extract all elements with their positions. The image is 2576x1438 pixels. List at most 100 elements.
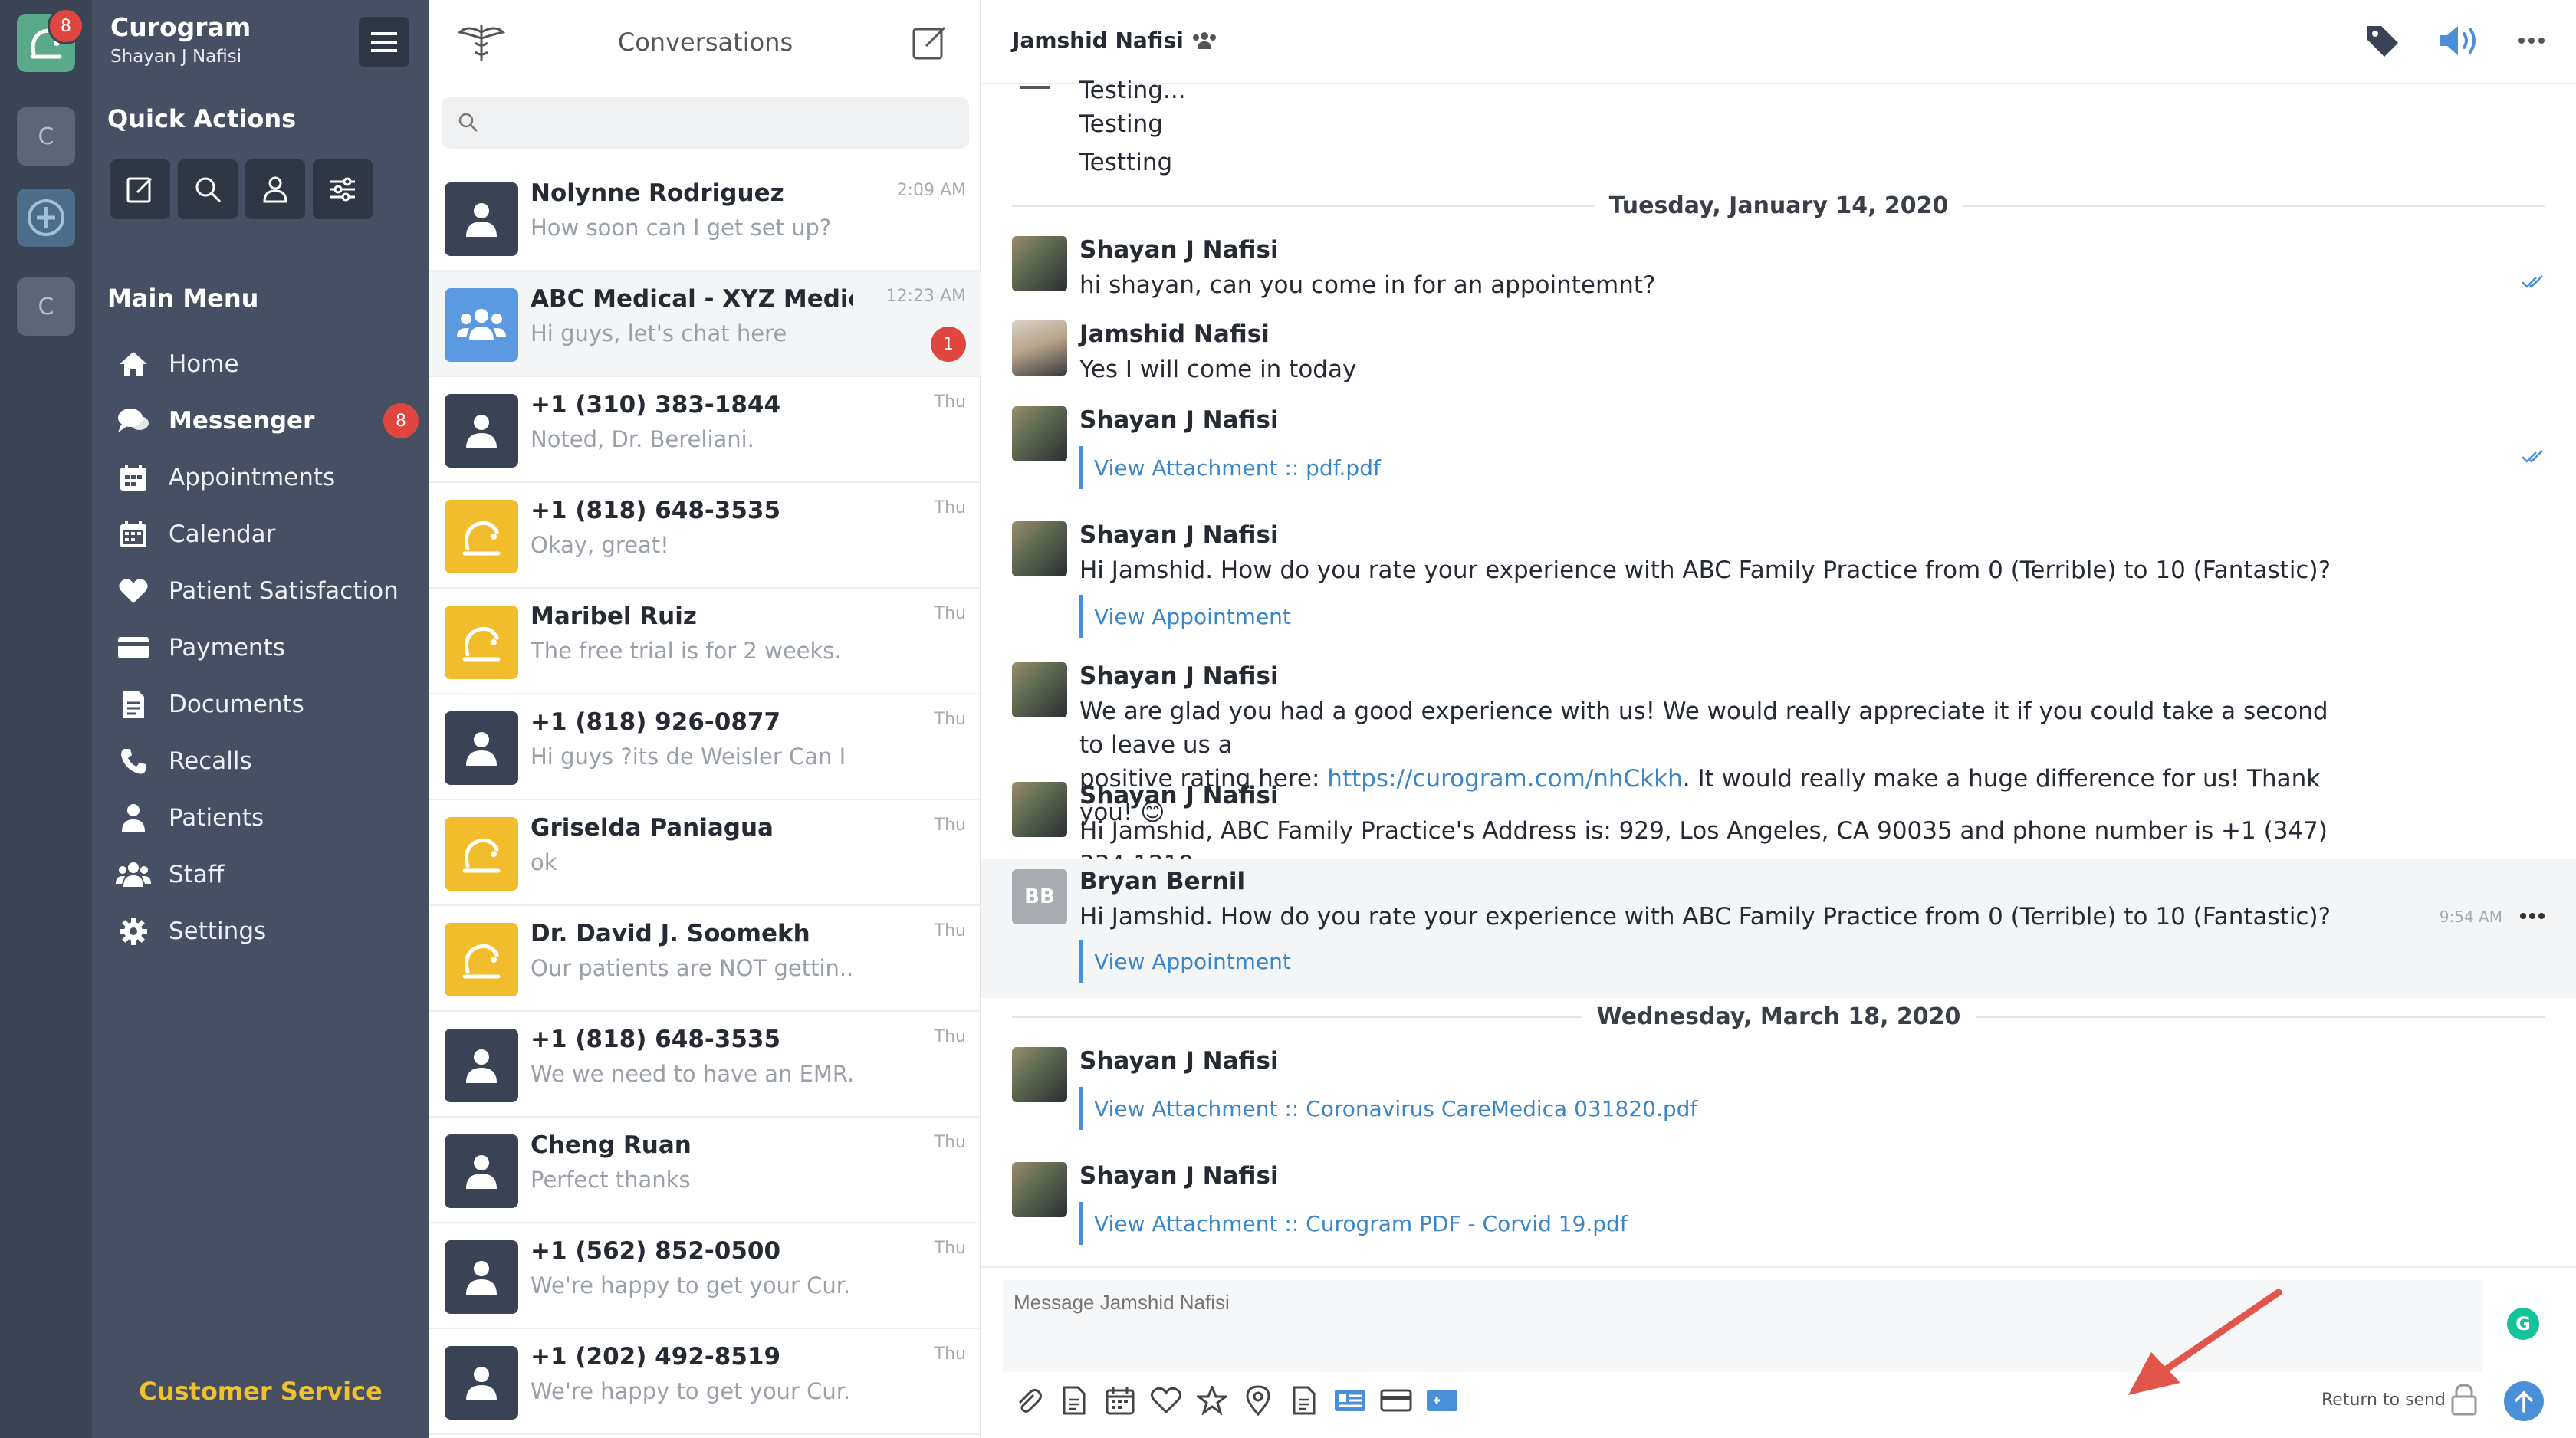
conversation-time: Thu [934, 1239, 966, 1258]
chat-panel: Jamshid Nafisi Testing... Testing Testti… [981, 0, 2576, 1438]
conversation-item[interactable]: Dr. David J. Soomekh Our patients are NOT… [429, 906, 981, 1012]
conversation-preview: Hi guys, let's chat here [531, 320, 787, 346]
date-separator: Tuesday, January 14, 2020 [981, 190, 2576, 221]
message-sender[interactable]: Jamshid Nafisi [1079, 320, 1270, 348]
tags-icon[interactable] [2364, 23, 2403, 58]
conversation-preview: We're happy to get your Cur... [531, 1378, 853, 1404]
attach-icon[interactable] [1012, 1384, 1044, 1417]
attachment-link[interactable]: View Attachment :: Coronavirus CareMedic… [1079, 1087, 1697, 1130]
message-sender[interactable]: Bryan Bernil [1079, 868, 1245, 895]
conversation-item[interactable]: Cheng Ruan Perfect thanks Thu [429, 1118, 981, 1223]
conversation-item[interactable]: +1 (562) 852-0500 We're happy to get your… [429, 1223, 981, 1329]
conversation-name: +1 (202) 492-8519 [531, 1343, 781, 1371]
person-avatar [445, 394, 518, 468]
template-document-icon[interactable] [1058, 1384, 1090, 1417]
conversation-preview: The free trial is for 2 weeks. [531, 638, 842, 664]
conversation-search-input[interactable] [491, 110, 951, 135]
person-avatar [445, 1346, 518, 1420]
payment-card-icon[interactable] [1380, 1384, 1412, 1417]
message-sender[interactable]: Shayan J Nafisi [1079, 782, 1279, 809]
conversation-item[interactable]: Nolynne Rodriguez How soon can I get set … [429, 166, 981, 271]
menu-item-patient-satisfaction[interactable]: Patient Satisfaction [115, 563, 422, 619]
person-avatar [445, 1029, 518, 1102]
message-sender[interactable]: Shayan J Nafisi [1079, 236, 1279, 264]
view-appointment-link[interactable]: View Appointment [1079, 595, 1291, 638]
menu-item-recalls[interactable]: Recalls [115, 733, 422, 790]
conversation-item[interactable]: Griselda Paniagua ok Thu [429, 800, 981, 906]
menu-item-home[interactable]: Home [115, 336, 422, 392]
attachment-link[interactable]: View Attachment :: pdf.pdf [1079, 446, 1381, 489]
workspace-c-2[interactable]: C [17, 277, 75, 336]
avatar[interactable] [1012, 236, 1067, 291]
conversation-item[interactable]: +1 (818) 926-0877 Hi guys ?its de Weisler… [429, 694, 981, 800]
quick-settings-button[interactable] [313, 159, 373, 219]
message-sender[interactable]: Shayan J Nafisi [1079, 406, 1279, 434]
speaker-icon[interactable] [2436, 23, 2484, 58]
workspace-c-1[interactable]: C [17, 107, 75, 166]
chat-title[interactable]: Jamshid Nafisi [1012, 28, 1217, 53]
message-time: 9:54 AM [2439, 908, 2502, 926]
insurance-card-icon[interactable] [1426, 1384, 1458, 1417]
new-conversation-icon[interactable] [911, 23, 949, 61]
avatar[interactable] [1012, 1047, 1067, 1102]
arrow-up-icon [2515, 1390, 2533, 1413]
menu-item-label: Settings [169, 918, 267, 945]
location-pin-icon[interactable] [1242, 1384, 1274, 1417]
medical-seal-icon [28, 199, 64, 236]
menu-item-label: Appointments [169, 464, 336, 491]
review-star-icon[interactable] [1196, 1384, 1228, 1417]
conversation-name: +1 (818) 926-0877 [531, 708, 781, 736]
message-sender[interactable]: Shayan J Nafisi [1079, 1047, 1279, 1075]
conversation-item[interactable]: +1 (310) 383-1844 Noted, Dr. Bereliani. Th… [429, 377, 981, 483]
brand: Curogram Shayan J Nafisi [110, 12, 251, 67]
menu-item-appointments[interactable]: Appointments [115, 449, 422, 506]
date-separator: Wednesday, March 18, 2020 [981, 1001, 2576, 1032]
menu-item-payments[interactable]: Payments [115, 619, 422, 676]
menu-item-calendar[interactable]: Calendar [115, 506, 422, 563]
message-more-icon[interactable] [2519, 912, 2545, 920]
workspace-medical[interactable] [17, 189, 75, 247]
message-sender[interactable]: Shayan J Nafisi [1079, 1162, 1279, 1190]
conversation-item[interactable]: Maribel Ruiz The free trial is for 2 week… [429, 589, 981, 694]
conversation-search[interactable] [442, 97, 969, 149]
curogram-avatar [445, 606, 518, 679]
menu-toggle-button[interactable] [359, 17, 409, 67]
rating-link[interactable]: https://curogram.com/nhCkkh [1327, 765, 1682, 793]
menu-item-documents[interactable]: Documents [115, 676, 422, 733]
grammarly-icon[interactable]: G [2507, 1308, 2539, 1340]
avatar[interactable] [1012, 521, 1067, 576]
lock-icon[interactable] [2450, 1383, 2478, 1417]
avatar[interactable] [1012, 406, 1067, 461]
conversation-item[interactable]: +1 (202) 492-8519 We're happy to get your… [429, 1329, 981, 1435]
message-sender[interactable]: Shayan J Nafisi [1079, 521, 1279, 549]
satisfaction-heart-icon[interactable] [1150, 1384, 1182, 1417]
quick-search-button[interactable] [178, 159, 238, 219]
avatar[interactable] [1012, 662, 1067, 717]
conversation-item[interactable]: +1 (818) 648-3535 We we need to have an E… [429, 1012, 981, 1118]
avatar[interactable] [1012, 782, 1067, 837]
avatar[interactable]: BB [1012, 869, 1067, 924]
quick-actions [110, 159, 373, 219]
avatar[interactable] [1012, 1162, 1067, 1217]
menu-item-patients[interactable]: Patients [115, 790, 422, 846]
home-icon [115, 346, 152, 382]
menu-item-messenger[interactable]: Messenger 8 [115, 392, 422, 449]
more-options-icon[interactable] [2518, 37, 2545, 44]
conversation-time: Thu [934, 392, 966, 412]
quick-add-patient-button[interactable] [245, 159, 305, 219]
menu-item-settings[interactable]: Settings [115, 903, 422, 960]
menu-item-staff[interactable]: Staff [115, 846, 422, 903]
quick-compose-button[interactable] [110, 159, 170, 219]
id-card-icon[interactable] [1334, 1384, 1366, 1417]
phone-icon [115, 743, 152, 780]
send-button[interactable] [2504, 1381, 2544, 1421]
conversation-item[interactable]: +1 (818) 648-3535 Okay, great! Thu [429, 483, 981, 589]
appointment-calendar-icon[interactable] [1104, 1384, 1136, 1417]
avatar[interactable] [1012, 320, 1067, 376]
conversation-item[interactable]: ABC Medical - XYZ Medica... Hi guys, let'… [429, 271, 981, 377]
attachment-link[interactable]: View Attachment :: Curogram PDF - Corvid… [1079, 1202, 1628, 1245]
customer-service-link[interactable]: Customer Service [92, 1377, 429, 1406]
message-sender[interactable]: Shayan J Nafisi [1079, 662, 1279, 690]
form-document-icon[interactable] [1288, 1384, 1320, 1417]
view-appointment-link[interactable]: View Appointment [1079, 940, 1291, 983]
